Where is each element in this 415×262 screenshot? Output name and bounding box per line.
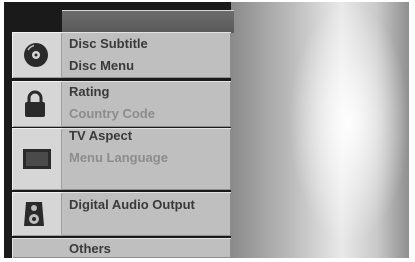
menu-item-tv-aspect[interactable]: TV Aspect <box>69 125 132 147</box>
menu-item-disc-menu[interactable]: Disc Menu <box>69 55 134 77</box>
menu-item-disc-subtitle[interactable]: Disc Subtitle <box>69 33 148 55</box>
menu-item-menu-language[interactable]: Menu Language <box>69 147 168 169</box>
speaker-icon-box <box>12 192 62 236</box>
preview-panel <box>231 2 409 258</box>
title-bar <box>62 10 234 33</box>
speaker-icon <box>24 202 44 226</box>
tv-icon-box <box>12 128 62 190</box>
tv-screen-icon <box>23 149 51 169</box>
setup-menu: Disc Subtitle Disc Menu Rating Country C… <box>12 32 231 258</box>
menu-item-country-code[interactable]: Country Code <box>69 103 155 125</box>
lock-icon-box <box>12 81 62 127</box>
lock-icon <box>25 90 45 117</box>
disc-icon-box <box>12 32 62 78</box>
setup-menu-screen: Disc Subtitle Disc Menu Rating Country C… <box>4 2 409 258</box>
menu-item-others[interactable]: Others <box>69 238 111 258</box>
menu-group-others <box>12 238 231 258</box>
disc-icon <box>24 43 48 67</box>
menu-item-rating[interactable]: Rating <box>69 81 109 103</box>
menu-item-digital-audio-output[interactable]: Digital Audio Output <box>69 194 195 216</box>
